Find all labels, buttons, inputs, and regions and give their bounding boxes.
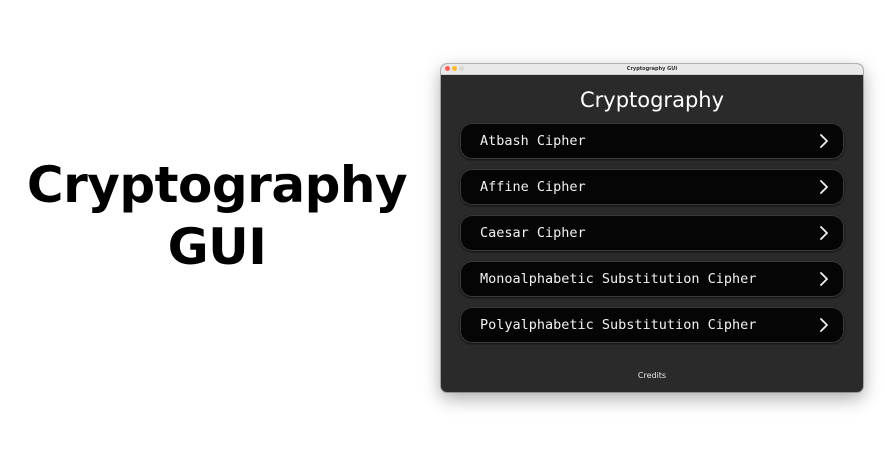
chevron-right-icon	[820, 226, 828, 240]
atbash-cipher-button[interactable]: Atbash Cipher	[460, 123, 844, 159]
menu-item-label: Atbash Cipher	[480, 133, 586, 149]
chevron-right-icon	[820, 134, 828, 148]
credits-link[interactable]: Credits	[441, 371, 863, 381]
window-title: Cryptography GUI	[626, 66, 678, 72]
app-heading: Cryptography	[579, 88, 725, 112]
chevron-right-icon	[820, 272, 828, 286]
window-titlebar[interactable]: Cryptography GUI	[441, 64, 863, 75]
stage: Cryptography GUI Cryptography GUI Crypto…	[0, 0, 885, 465]
hero-title-line-1: Cryptography	[26, 156, 408, 214]
menu-item-label: Monoalphabetic Substitution Cipher	[480, 271, 757, 287]
cipher-menu: Atbash Cipher Affine Cipher Caesar Ciphe…	[460, 123, 844, 353]
affine-cipher-button[interactable]: Affine Cipher	[460, 169, 844, 205]
app-window: Cryptography GUI Cryptography Atbash Cip…	[441, 64, 863, 392]
caesar-cipher-button[interactable]: Caesar Cipher	[460, 215, 844, 251]
polyalphabetic-substitution-cipher-button[interactable]: Polyalphabetic Substitution Cipher	[460, 307, 844, 343]
hero-title-line-2: GUI	[167, 218, 267, 276]
menu-item-label: Affine Cipher	[480, 179, 586, 195]
menu-item-label: Polyalphabetic Substitution Cipher	[480, 317, 757, 333]
chevron-right-icon	[820, 318, 828, 332]
monoalphabetic-substitution-cipher-button[interactable]: Monoalphabetic Substitution Cipher	[460, 261, 844, 297]
hero-title: Cryptography GUI	[0, 154, 434, 278]
chevron-right-icon	[820, 180, 828, 194]
menu-item-label: Caesar Cipher	[480, 225, 586, 241]
